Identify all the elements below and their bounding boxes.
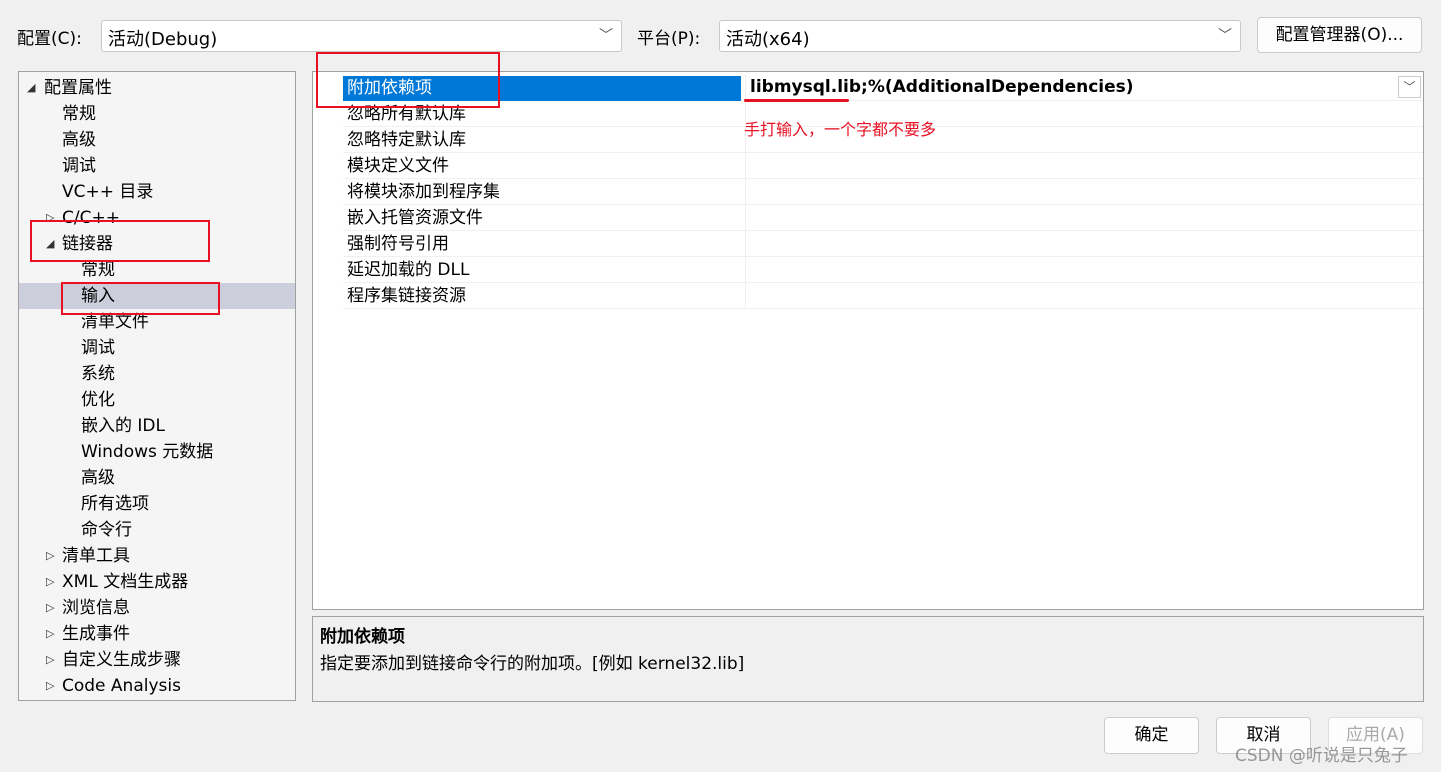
description-panel: 附加依赖项 指定要添加到链接命令行的附加项。[例如 kernel32.lib] — [312, 616, 1424, 702]
property-name: 模块定义文件 — [347, 156, 449, 176]
tree-item[interactable]: 调试 — [19, 153, 295, 179]
tree-item-label: 浏览信息 — [62, 598, 130, 618]
property-tree[interactable]: ◢ 配置属性 常规 高级 调试 VC++ 目录 ▷ C/C++ ◢ 链接器 常规 输入 清单文件 调试 系统… — [18, 71, 296, 701]
property-row[interactable]: 模块定义文件 — [343, 153, 1423, 179]
tree-item-label: Windows 元数据 — [81, 442, 214, 462]
watermark: CSDN @听说是只兔子 — [1235, 746, 1408, 766]
collapsed-arrow-icon[interactable]: ▷ — [46, 569, 54, 595]
property-name: 强制符号引用 — [347, 234, 449, 254]
property-row[interactable]: 强制符号引用 — [343, 231, 1423, 257]
property-name: 将模块添加到程序集 — [347, 182, 500, 202]
tree-item-label: 高级 — [81, 468, 115, 488]
property-row[interactable]: 嵌入托管资源文件 — [343, 205, 1423, 231]
property-name: 忽略特定默认库 — [347, 130, 466, 150]
platform-value: 活动(x64) — [726, 29, 810, 50]
tree-item[interactable]: ▷ Code Analysis — [19, 673, 295, 699]
tree-item-label: 自定义生成步骤 — [62, 650, 181, 670]
tree-item-label: VC++ 目录 — [62, 182, 154, 202]
property-value[interactable] — [745, 231, 1423, 257]
expanded-arrow-icon[interactable]: ◢ — [27, 75, 35, 101]
property-name: 嵌入托管资源文件 — [347, 208, 483, 228]
value-dropdown-button[interactable]: ﹀ — [1398, 76, 1421, 98]
collapsed-arrow-icon[interactable]: ▷ — [46, 621, 54, 647]
property-value-text: libmysql.lib;%(AdditionalDependencies) — [750, 77, 1134, 97]
tree-item[interactable]: ▷ 清单工具 — [19, 543, 295, 569]
tree-item[interactable]: Windows 元数据 — [19, 439, 295, 465]
property-value[interactable] — [745, 283, 1423, 309]
tree-item[interactable]: 所有选项 — [19, 491, 295, 517]
tree-item[interactable]: 嵌入的 IDL — [19, 413, 295, 439]
config-value: 活动(Debug) — [108, 29, 218, 50]
platform-label: 平台(P): — [637, 29, 701, 49]
tree-item[interactable]: 高级 — [19, 465, 295, 491]
highlight-box-linker — [30, 220, 210, 262]
tree-item-label: Code Analysis — [62, 676, 181, 696]
tree-item-label: 配置属性 — [44, 78, 112, 98]
tree-item[interactable]: 命令行 — [19, 517, 295, 543]
tree-item[interactable]: 调试 — [19, 335, 295, 361]
tree-item[interactable]: 优化 — [19, 387, 295, 413]
tree-item[interactable]: ▷ 自定义生成步骤 — [19, 647, 295, 673]
property-name: 程序集链接资源 — [347, 286, 466, 306]
property-value[interactable]: libmysql.lib;%(AdditionalDependencies) — [745, 75, 1423, 101]
tree-item[interactable]: ▷ 生成事件 — [19, 621, 295, 647]
property-row[interactable]: 附加依赖项 libmysql.lib;%(AdditionalDependenci… — [343, 75, 1423, 101]
tree-item[interactable]: ▷ XML 文档生成器 — [19, 569, 295, 595]
tree-item[interactable]: 常规 — [19, 101, 295, 127]
tree-item[interactable]: 系统 — [19, 361, 295, 387]
tree-item[interactable]: ▷ 浏览信息 — [19, 595, 295, 621]
property-value[interactable] — [745, 179, 1423, 205]
tree-item-label: 嵌入的 IDL — [81, 416, 165, 436]
tree-item-label: 清单工具 — [62, 546, 130, 566]
annotation-text: 手打输入，一个字都不要多 — [744, 120, 937, 139]
tree-item[interactable]: VC++ 目录 — [19, 179, 295, 205]
chevron-down-icon: ﹀ — [599, 28, 613, 44]
platform-select[interactable]: 活动(x64) ﹀ — [719, 20, 1241, 52]
chevron-down-icon: ﹀ — [1218, 28, 1232, 44]
tree-item-label: 生成事件 — [62, 624, 130, 644]
property-value[interactable] — [745, 257, 1423, 283]
tree-item[interactable]: ◢ 配置属性 — [19, 75, 295, 101]
tree-item-label: 调试 — [62, 156, 96, 176]
property-grid[interactable]: 附加依赖项 libmysql.lib;%(AdditionalDependenci… — [312, 71, 1424, 610]
tree-item-label: 常规 — [62, 104, 96, 124]
collapsed-arrow-icon[interactable]: ▷ — [46, 647, 54, 673]
property-row[interactable]: 将模块添加到程序集 — [343, 179, 1423, 205]
highlight-box-input — [61, 282, 220, 315]
collapsed-arrow-icon[interactable]: ▷ — [46, 595, 54, 621]
config-label: 配置(C): — [17, 29, 82, 49]
tree-item-label: 调试 — [81, 338, 115, 358]
ok-button[interactable]: 确定 — [1104, 717, 1199, 754]
annotation-underline — [744, 99, 849, 102]
property-row[interactable]: 延迟加载的 DLL — [343, 257, 1423, 283]
property-value[interactable] — [745, 205, 1423, 231]
tree-item[interactable]: 高级 — [19, 127, 295, 153]
config-manager-button[interactable]: 配置管理器(O)... — [1257, 17, 1422, 53]
config-select[interactable]: 活动(Debug) ﹀ — [101, 20, 622, 52]
property-name: 延迟加载的 DLL — [347, 260, 470, 280]
collapsed-arrow-icon[interactable]: ▷ — [46, 673, 54, 699]
tree-item-label: 系统 — [81, 364, 115, 384]
tree-item-label: 优化 — [81, 390, 115, 410]
tree-item-label: 高级 — [62, 130, 96, 150]
description-title: 附加依赖项 — [320, 627, 405, 647]
property-row[interactable]: 程序集链接资源 — [343, 283, 1423, 309]
property-value[interactable] — [745, 153, 1423, 179]
tree-item-label: 命令行 — [81, 520, 132, 540]
highlight-box-property — [316, 52, 500, 108]
tree-item-label: 所有选项 — [81, 494, 149, 514]
collapsed-arrow-icon[interactable]: ▷ — [46, 543, 54, 569]
tree-item-label: XML 文档生成器 — [62, 572, 189, 592]
description-text: 指定要添加到链接命令行的附加项。[例如 kernel32.lib] — [320, 654, 745, 674]
